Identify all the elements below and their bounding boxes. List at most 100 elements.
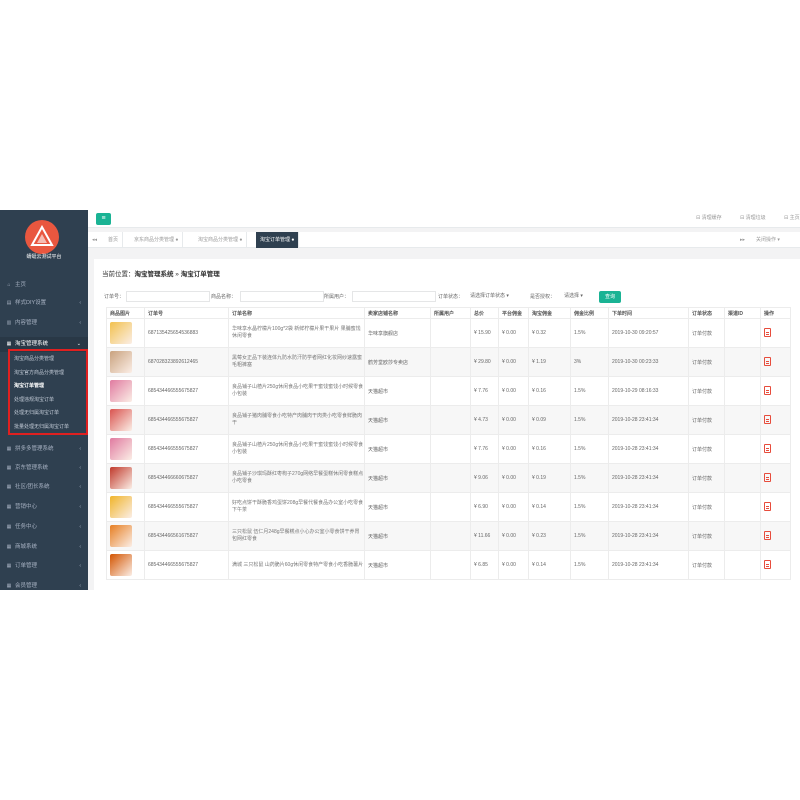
- product-thumbnail[interactable]: [110, 467, 132, 489]
- user-input[interactable]: [352, 291, 436, 302]
- action-cell: [760, 405, 791, 435]
- sidebar-item-community[interactable]: ▦ 社区/团长系统 ‹: [0, 480, 88, 495]
- sidebar-item-home[interactable]: ⌂ 主页: [0, 278, 88, 293]
- document-icon[interactable]: [764, 327, 771, 337]
- sub-item-unowned[interactable]: 处理无归属淘宝订单: [14, 407, 59, 420]
- mall-icon: ▦: [6, 544, 12, 550]
- sidebar-item-marketing[interactable]: ▦ 营销中心 ‹: [0, 500, 88, 515]
- cell-shop: 华味享旗舰店: [364, 318, 431, 348]
- cell-channel: [724, 347, 761, 377]
- product-thumbnail[interactable]: [110, 409, 132, 431]
- clear-cache-link[interactable]: ⊟ 清理缓存: [696, 214, 722, 221]
- cell-taobao: ¥ 0.14: [528, 492, 571, 522]
- chevron-left-icon: ‹: [79, 544, 81, 550]
- cell-user: [430, 492, 471, 522]
- tab-scroll-left-button[interactable]: ◂◂: [92, 232, 97, 248]
- cell-order: 685434466555675827: [144, 434, 229, 464]
- pdd-icon: ▦: [6, 446, 12, 452]
- product-name-label: 商品名称：: [211, 294, 237, 300]
- document-icon[interactable]: [764, 356, 771, 366]
- cell-platform: ¥ 0.00: [498, 434, 529, 464]
- tab-jd-category[interactable]: 京东商品分类管理 ●: [130, 232, 184, 248]
- order-no-input[interactable]: [126, 291, 210, 302]
- search-button[interactable]: 查询: [599, 291, 621, 303]
- document-icon[interactable]: [764, 414, 771, 424]
- cell-taobao: ¥ 0.09: [528, 405, 571, 435]
- col-time: 下单时间: [608, 307, 689, 319]
- filter-bar: 订单号： 商品名称： 所属用户： 订单状态： 请选择订单状态 ▾ 是否授权： 请…: [94, 289, 800, 305]
- product-name-input[interactable]: [240, 291, 324, 302]
- close-icon[interactable]: ●: [239, 237, 242, 243]
- sub-item-batch-unowned[interactable]: 批量处理无归属淘宝订单: [14, 421, 69, 434]
- tab-scroll-right-button[interactable]: ▸▸: [740, 232, 745, 248]
- tab-taobao-category[interactable]: 淘宝商品分类管理 ●: [194, 232, 248, 248]
- sub-item-official-category[interactable]: 淘宝官方商品分类管理: [14, 367, 64, 380]
- close-icon[interactable]: ●: [291, 237, 294, 243]
- sidebar-item-orders[interactable]: ▦ 订单管理 ‹: [0, 559, 88, 574]
- authorized-select[interactable]: 请选择 ▾: [564, 291, 583, 302]
- product-image-cell: [106, 405, 145, 435]
- order-status-select[interactable]: 请选择订单状态 ▾: [470, 291, 509, 302]
- document-icon[interactable]: [764, 530, 771, 540]
- product-thumbnail[interactable]: [110, 496, 132, 518]
- sidebar-item-pdd[interactable]: ▦ 拼多多管理系统 ‹: [0, 442, 88, 457]
- chevron-left-icon: ‹: [79, 504, 81, 510]
- sidebar-item-content[interactable]: ▥ 内容管理 ‹: [0, 316, 88, 331]
- cell-taobao: ¥ 0.16: [528, 376, 571, 406]
- cell-channel: [724, 492, 761, 522]
- cell-rate: 1.5%: [570, 376, 609, 406]
- cell-total: ¥ 4.73: [470, 405, 499, 435]
- sidebar-item-task[interactable]: ▦ 任务中心 ‹: [0, 520, 88, 535]
- col-order-name: 订单名称: [228, 307, 365, 319]
- table-row: 685434466555675827 满城 三只松鼠 山药脆片60g休闲零食特产零…: [106, 550, 791, 580]
- tab-actions-dropdown[interactable]: 关闭操作 ▾: [756, 232, 780, 248]
- close-icon[interactable]: ●: [175, 237, 178, 243]
- sidebar-item-jd[interactable]: ▦ 京东管理系统 ‹: [0, 461, 88, 476]
- product-thumbnail[interactable]: [110, 351, 132, 373]
- cell-taobao: ¥ 0.19: [528, 463, 571, 493]
- document-icon[interactable]: [764, 501, 771, 511]
- sidebar-item-style[interactable]: ▤ 样式DIY设置 ‹: [0, 296, 88, 311]
- product-thumbnail[interactable]: [110, 438, 132, 460]
- product-image-cell: [106, 550, 145, 580]
- cell-shop: 天猫超市: [364, 434, 431, 464]
- chevron-left-icon: ‹: [79, 524, 81, 530]
- cell-platform: ¥ 0.00: [498, 550, 529, 580]
- tab-taobao-orders[interactable]: 淘宝订单管理 ●: [256, 232, 300, 248]
- document-icon[interactable]: [764, 472, 771, 482]
- product-image-cell: [106, 347, 145, 377]
- sidebar-item-mall[interactable]: ▦ 商城系统 ‹: [0, 540, 88, 555]
- content-icon: ▥: [6, 320, 12, 326]
- cell-rate: 3%: [570, 347, 609, 377]
- cell-shop: 天猫超市: [364, 405, 431, 435]
- sidebar-item-members[interactable]: ▦ 会员管理 ‹: [0, 579, 88, 590]
- task-icon: ▦: [6, 524, 12, 530]
- cell-total: ¥ 6.90: [470, 492, 499, 522]
- cell-shop: 天猫超市: [364, 492, 431, 522]
- document-icon[interactable]: [764, 559, 771, 569]
- product-thumbnail[interactable]: [110, 525, 132, 547]
- home-link[interactable]: ⊟ 主页: [784, 214, 800, 221]
- order-status-label: 订单状态：: [438, 294, 464, 300]
- tab-home[interactable]: 首页: [104, 232, 124, 248]
- cell-name: 好吃点饼干酥脆香鸡蛋饼208g早餐代餐食品办公室小吃零食下午茶: [228, 492, 365, 522]
- cell-user: [430, 376, 471, 406]
- product-thumbnail[interactable]: [110, 554, 132, 576]
- document-icon[interactable]: [764, 443, 771, 453]
- chevron-left-icon: ‹: [79, 300, 81, 306]
- cell-taobao: ¥ 0.23: [528, 521, 571, 551]
- document-icon[interactable]: [764, 385, 771, 395]
- clear-log-link[interactable]: ⊟ 清理垃圾: [740, 214, 766, 221]
- cell-user: [430, 550, 471, 580]
- sub-item-category[interactable]: 淘宝商品分类管理: [14, 353, 54, 366]
- sub-item-violations[interactable]: 处理违规淘宝订单: [14, 394, 54, 407]
- col-total: 总价: [470, 307, 499, 319]
- product-thumbnail[interactable]: [110, 380, 132, 402]
- cell-name: 良品铺子猪肉脯零食小吃特产肉脯肉干肉类小吃零食鲜脆肉干: [228, 405, 365, 435]
- cell-order: 687028323892612465: [144, 347, 229, 377]
- menu-toggle-button[interactable]: ≡: [96, 213, 111, 225]
- sub-item-orders[interactable]: 淘宝订单管理: [14, 380, 44, 393]
- product-thumbnail[interactable]: [110, 322, 132, 344]
- chevron-left-icon: ‹: [79, 320, 81, 326]
- user-label: 所属用户：: [324, 294, 350, 300]
